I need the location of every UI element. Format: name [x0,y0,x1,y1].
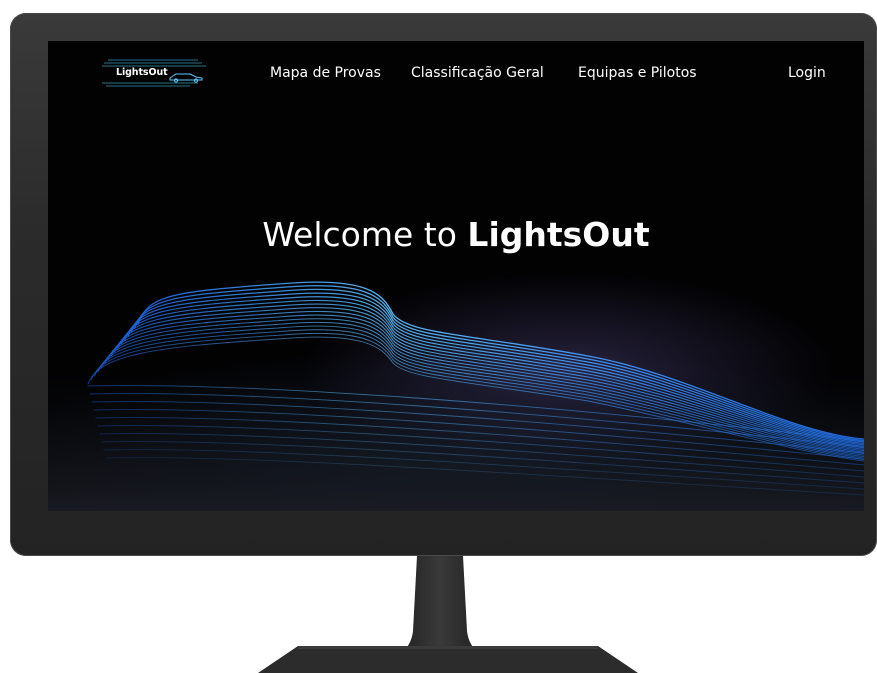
nav-link-mapa-de-provas[interactable]: Mapa de Provas [270,65,381,81]
login-link[interactable]: Login [788,65,826,81]
race-car-icon [169,73,203,83]
monitor-bezel: LightsOut Mapa de Provas Classificação G… [10,13,877,556]
top-navigation: LightsOut Mapa de Provas Classificação G… [48,41,864,105]
hero-light-trail-image [48,281,864,511]
desktop-monitor-mockup: LightsOut Mapa de Provas Classificação G… [0,0,877,673]
logo-wordmark: LightsOut [116,67,168,78]
nav-link-equipas-e-pilotos[interactable]: Equipas e Pilotos [578,65,697,81]
hero-title-prefix: Welcome to [262,215,468,254]
monitor-stand-base [258,646,638,673]
website-screen: LightsOut Mapa de Provas Classificação G… [48,41,864,511]
hero-title: Welcome to LightsOut [48,215,864,254]
monitor-stand-neck [397,556,483,656]
lightsout-logo[interactable]: LightsOut [98,54,216,90]
nav-link-classificacao-geral[interactable]: Classificação Geral [411,65,544,81]
hero-title-brand: LightsOut [467,215,650,254]
